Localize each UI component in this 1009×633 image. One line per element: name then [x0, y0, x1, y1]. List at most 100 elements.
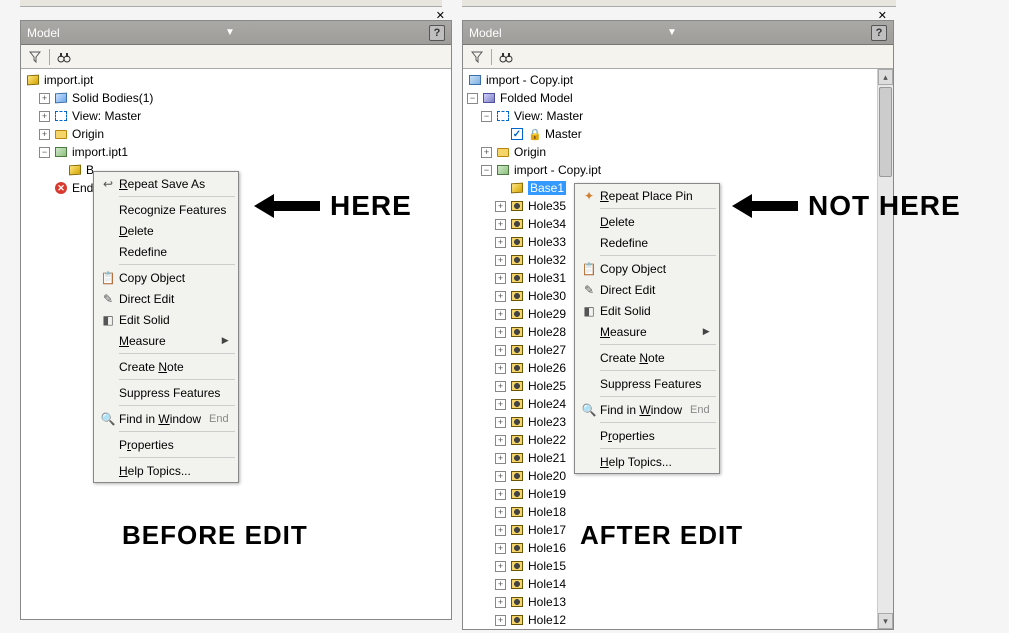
- scrollbar[interactable]: ▴ ▾: [877, 69, 893, 629]
- close-icon[interactable]: ✕: [878, 9, 887, 22]
- scroll-thumb[interactable]: [879, 87, 892, 177]
- tree-root[interactable]: import - Copy.ipt: [463, 71, 893, 89]
- annotation-after: AFTER EDIT: [580, 520, 743, 551]
- menu-recognize-features[interactable]: Recognize Features: [95, 199, 237, 220]
- expand-icon[interactable]: +: [495, 561, 506, 572]
- menu-repeat[interactable]: ↩RRepeat Save Asepeat Save As: [95, 173, 237, 194]
- collapse-icon[interactable]: −: [481, 111, 492, 122]
- expand-icon[interactable]: +: [39, 111, 50, 122]
- expand-icon[interactable]: +: [495, 543, 506, 554]
- filter-icon[interactable]: [27, 49, 43, 65]
- filter-icon[interactable]: [469, 49, 485, 65]
- expand-icon[interactable]: +: [495, 381, 506, 392]
- tree-item[interactable]: +View: Master: [21, 107, 451, 125]
- expand-icon[interactable]: +: [481, 147, 492, 158]
- tree-item[interactable]: ✓🔒 Master: [463, 125, 893, 143]
- tree-item-hole[interactable]: +Hole13: [463, 593, 893, 611]
- help-icon[interactable]: ?: [871, 25, 887, 41]
- tree-item-hole[interactable]: +Hole14: [463, 575, 893, 593]
- scroll-down-icon[interactable]: ▾: [878, 613, 893, 629]
- expand-icon[interactable]: +: [39, 129, 50, 140]
- menu-create-note[interactable]: Create Note: [576, 347, 718, 368]
- expand-icon[interactable]: +: [495, 345, 506, 356]
- menu-suppress[interactable]: Suppress Features: [95, 382, 237, 403]
- menu-suppress[interactable]: Suppress Features: [576, 373, 718, 394]
- context-menu-right: ✦Repeat Place Pin Delete Redefine 📋Copy …: [574, 183, 720, 474]
- close-icon[interactable]: ✕: [436, 9, 445, 22]
- menu-edit-solid[interactable]: ◧Edit Solid: [95, 309, 237, 330]
- menu-find-window[interactable]: 🔍Find in WindowEnd: [95, 408, 237, 429]
- expand-icon[interactable]: +: [495, 579, 506, 590]
- menu-create-note[interactable]: Create Note: [95, 356, 237, 377]
- annotation-here: HERE: [252, 190, 412, 222]
- tree-item[interactable]: −View: Master: [463, 107, 893, 125]
- dropdown-icon: ▼: [225, 27, 235, 38]
- expand-icon[interactable]: +: [495, 291, 506, 302]
- menu-delete[interactable]: Delete: [576, 211, 718, 232]
- menu-find-window[interactable]: 🔍Find in WindowEnd: [576, 399, 718, 420]
- panel-header[interactable]: Model ▼ ?: [463, 21, 893, 45]
- expand-icon[interactable]: +: [495, 471, 506, 482]
- expand-icon[interactable]: +: [495, 615, 506, 626]
- expand-icon[interactable]: +: [495, 435, 506, 446]
- menu-measure[interactable]: Measure▶: [95, 330, 237, 351]
- menu-properties[interactable]: Properties: [95, 434, 237, 455]
- expand-icon[interactable]: +: [495, 489, 506, 500]
- expand-icon[interactable]: +: [495, 399, 506, 410]
- expand-icon[interactable]: +: [495, 327, 506, 338]
- menu-edit-solid[interactable]: ◧Edit Solid: [576, 300, 718, 321]
- tree-item-hole[interactable]: +Hole19: [463, 485, 893, 503]
- expand-icon[interactable]: +: [495, 525, 506, 536]
- menu-help[interactable]: Help Topics...: [576, 451, 718, 472]
- binoculars-icon[interactable]: [498, 49, 514, 65]
- arrow-left-icon: [252, 191, 322, 221]
- tree-item[interactable]: +Solid Bodies(1): [21, 89, 451, 107]
- lock-icon: 🔒: [528, 128, 542, 141]
- tree-item-hole[interactable]: +Hole12: [463, 611, 893, 629]
- expand-icon[interactable]: +: [495, 273, 506, 284]
- collapse-icon[interactable]: −: [39, 147, 50, 158]
- panel-title: Model: [27, 26, 221, 40]
- menu-delete[interactable]: Delete: [95, 220, 237, 241]
- panel-header[interactable]: Model ▼ ?: [21, 21, 451, 45]
- tree-item[interactable]: +Origin: [463, 143, 893, 161]
- menu-redefine[interactable]: Redefine: [95, 241, 237, 262]
- expand-icon[interactable]: +: [39, 93, 50, 104]
- tree-item[interactable]: +Origin: [21, 125, 451, 143]
- tree-item[interactable]: −Folded Model: [463, 89, 893, 107]
- menu-direct-edit[interactable]: ✎Direct Edit: [95, 288, 237, 309]
- menu-properties[interactable]: Properties: [576, 425, 718, 446]
- expand-icon[interactable]: +: [495, 237, 506, 248]
- help-icon[interactable]: ?: [429, 25, 445, 41]
- menu-measure[interactable]: Measure▶: [576, 321, 718, 342]
- expand-icon[interactable]: +: [495, 507, 506, 518]
- tree-item-hole[interactable]: +Hole15: [463, 557, 893, 575]
- panel-title: Model: [469, 26, 663, 40]
- expand-icon[interactable]: +: [495, 309, 506, 320]
- tree-item[interactable]: −import.ipt1: [21, 143, 451, 161]
- expand-icon[interactable]: +: [495, 363, 506, 374]
- toolbar: [463, 45, 893, 69]
- expand-icon[interactable]: +: [495, 219, 506, 230]
- collapse-icon[interactable]: −: [467, 93, 478, 104]
- scroll-up-icon[interactable]: ▴: [878, 69, 893, 85]
- menu-copy-object[interactable]: 📋Copy Object: [95, 267, 237, 288]
- menu-direct-edit[interactable]: ✎Direct Edit: [576, 279, 718, 300]
- menu-help[interactable]: Help Topics...: [95, 460, 237, 481]
- expand-icon[interactable]: +: [495, 201, 506, 212]
- tree-root[interactable]: import.ipt: [21, 71, 451, 89]
- binoculars-icon[interactable]: [56, 49, 72, 65]
- menu-redefine[interactable]: Redefine: [576, 232, 718, 253]
- arrow-left-icon: [730, 191, 800, 221]
- annotation-before: BEFORE EDIT: [122, 520, 308, 551]
- tree-item-hole[interactable]: +Hole18: [463, 503, 893, 521]
- context-menu-left: ↩RRepeat Save Asepeat Save As Recognize …: [93, 171, 239, 483]
- expand-icon[interactable]: +: [495, 255, 506, 266]
- expand-icon[interactable]: +: [495, 597, 506, 608]
- collapse-icon[interactable]: −: [481, 165, 492, 176]
- tree-item[interactable]: −import - Copy.ipt: [463, 161, 893, 179]
- menu-repeat[interactable]: ✦Repeat Place Pin: [576, 185, 718, 206]
- expand-icon[interactable]: +: [495, 453, 506, 464]
- expand-icon[interactable]: +: [495, 417, 506, 428]
- menu-copy-object[interactable]: 📋Copy Object: [576, 258, 718, 279]
